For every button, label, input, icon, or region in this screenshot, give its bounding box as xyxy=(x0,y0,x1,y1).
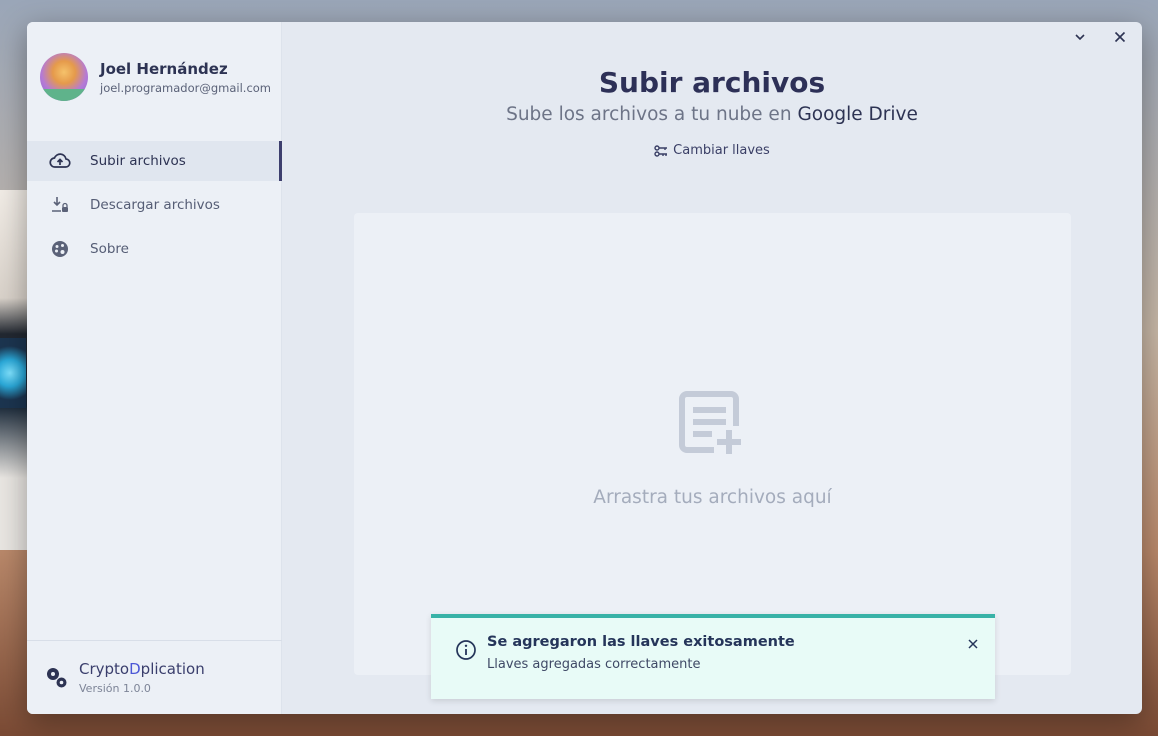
user-profile: Joel Hernández joel.programador@gmail.co… xyxy=(40,53,271,101)
desktop-background-glow xyxy=(0,338,26,408)
sidebar-item-label: Sobre xyxy=(90,241,129,257)
sidebar-item-subir-archivos[interactable]: Subir archivos xyxy=(27,141,282,181)
add-file-icon xyxy=(678,391,746,461)
info-icon xyxy=(455,639,477,661)
sidebar-item-descargar-archivos[interactable]: Descargar archivos xyxy=(27,185,282,225)
change-keys-label: Cambiar llaves xyxy=(673,143,770,158)
app-window: Joel Hernández joel.programador@gmail.co… xyxy=(27,22,1142,714)
avatar xyxy=(40,53,88,101)
sidebar-item-label: Descargar archivos xyxy=(90,197,220,213)
main-content: Subir archivos Sube los archivos a tu nu… xyxy=(282,22,1142,714)
app-branding: CryptoDplication Versión 1.0.0 xyxy=(27,640,282,714)
cloud-upload-icon xyxy=(49,150,71,172)
download-lock-icon xyxy=(49,194,71,216)
sidebar-item-sobre[interactable]: Sobre xyxy=(27,229,282,269)
notification-message: Llaves agregadas correctamente xyxy=(487,657,701,672)
app-logo-icon xyxy=(45,666,69,690)
page-title: Subir archivos xyxy=(598,66,826,99)
sidebar-item-label: Subir archivos xyxy=(90,153,186,169)
page-subtitle: Sube los archivos a tu nube en Google Dr… xyxy=(506,104,918,125)
app-version: Versión 1.0.0 xyxy=(79,682,151,695)
notification-title: Se agregaron las llaves exitosamente xyxy=(487,634,795,650)
app-name: CryptoDplication xyxy=(79,660,205,678)
key-settings-icon xyxy=(654,144,673,157)
file-dropzone[interactable]: Arrastra tus archivos aquí xyxy=(354,213,1071,675)
close-icon xyxy=(968,639,978,649)
user-email: joel.programador@gmail.com xyxy=(100,80,272,95)
palette-icon xyxy=(49,238,71,260)
sidebar-nav: Subir archivos Descargar archivos Sobre xyxy=(27,141,282,273)
dropzone-text: Arrastra tus archivos aquí xyxy=(593,487,832,508)
change-keys-button[interactable]: Cambiar llaves xyxy=(647,143,777,158)
user-name: Joel Hernández xyxy=(100,59,228,78)
sidebar: Joel Hernández joel.programador@gmail.co… xyxy=(27,22,282,714)
success-notification: Se agregaron las llaves exitosamente Lla… xyxy=(431,614,995,699)
notification-close-button[interactable] xyxy=(963,634,983,654)
